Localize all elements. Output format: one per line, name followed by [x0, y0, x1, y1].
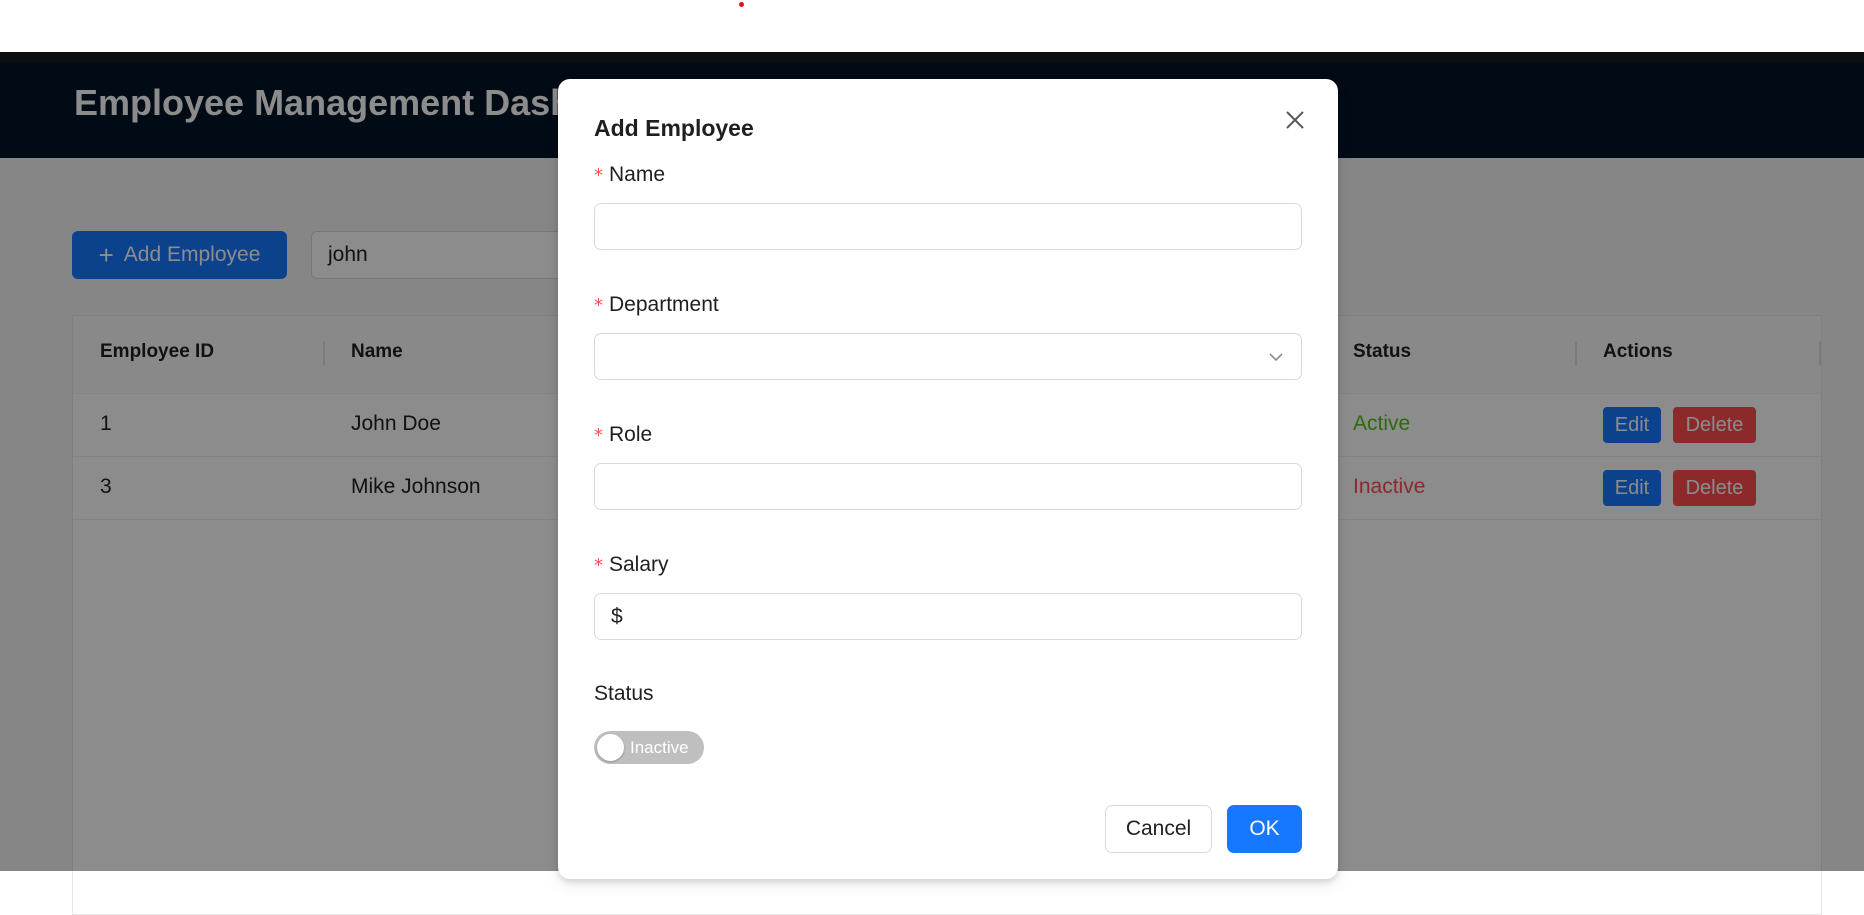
name-label: * Name	[594, 163, 665, 187]
status-label: Status	[594, 682, 654, 705]
salary-prefix: $	[611, 604, 623, 628]
name-label-text: Name	[609, 163, 666, 186]
role-field[interactable]	[594, 463, 1302, 510]
salary-label: * Salary	[594, 553, 669, 577]
status-toggle[interactable]: Inactive	[594, 731, 704, 764]
department-select[interactable]	[594, 333, 1302, 380]
ok-button[interactable]: OK	[1227, 805, 1302, 853]
role-label: * Role	[594, 423, 652, 447]
required-marker: *	[594, 165, 603, 186]
chevron-down-icon	[1269, 353, 1283, 362]
cancel-button[interactable]: Cancel	[1105, 805, 1212, 853]
browser-top-area	[0, 0, 1864, 62]
toggle-knob	[597, 734, 624, 761]
indicator-dot	[739, 2, 744, 7]
salary-label-text: Salary	[609, 553, 669, 576]
close-icon[interactable]	[1280, 105, 1310, 135]
name-field[interactable]	[594, 203, 1302, 250]
required-marker: *	[594, 425, 603, 446]
role-label-text: Role	[609, 423, 653, 446]
add-employee-modal: Add Employee * Name * Department * Role * Sa…	[558, 79, 1338, 879]
modal-title: Add Employee	[594, 115, 754, 141]
required-marker: *	[594, 555, 603, 576]
required-marker: *	[594, 295, 603, 316]
department-label-text: Department	[609, 293, 719, 316]
salary-field[interactable]: $	[594, 593, 1302, 640]
status-toggle-text: Inactive	[630, 738, 689, 757]
department-label: * Department	[594, 293, 719, 317]
